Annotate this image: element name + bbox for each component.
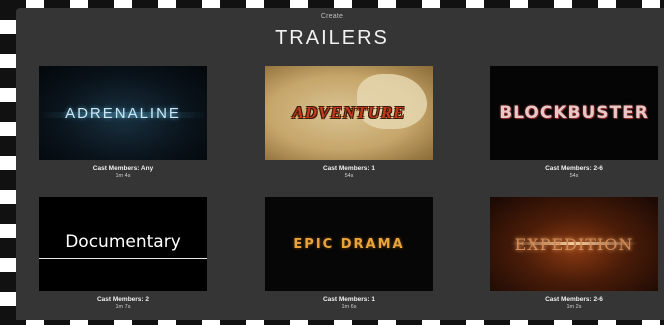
cast-members-label: Cast Members: 2-6 [545,296,603,303]
page-title: TRAILERS [275,27,389,49]
trailer-tile-adventure[interactable]: ADVENTURE Cast Members: 1 54s [265,66,433,180]
trailer-tile-blockbuster[interactable]: BLOCKBUSTER Cast Members: 2-6 54s [490,66,658,180]
thumbnail-title: BLOCKBUSTER [499,103,649,123]
cast-members-label: Cast Members: 1 [322,296,376,303]
thumbnail-title: Documentary [65,232,181,252]
thumbnail-title: EPIC DRAMA [293,236,405,252]
underline-rule [39,258,207,259]
create-label: Create [320,13,344,20]
cast-members-label: Cast Members: 2-6 [545,165,603,172]
duration-label: 54s [569,173,579,179]
thumbnail-title: EXPEDITION [514,234,634,254]
duration-label: 1m 4s [115,173,131,179]
duration-label: 54s [344,173,354,179]
trailer-thumbnail[interactable]: ADRENALINE [39,66,207,160]
trailer-tile-documentary[interactable]: Documentary Cast Members: 2 1m 7s [39,197,207,311]
trailer-tile-expedition[interactable]: EXPEDITION Cast Members: 2-6 1m 2s [490,197,658,311]
duration-label: 1m 6s [341,304,357,310]
thumbnail-title: ADRENALINE [65,104,181,122]
trailer-thumbnail[interactable]: EXPEDITION [490,197,658,291]
trailer-thumbnail[interactable]: BLOCKBUSTER [490,66,658,160]
trailer-tile-adrenaline[interactable]: ADRENALINE Cast Members: Any 1m 4s [39,66,207,180]
duration-label: 1m 7s [115,304,131,310]
cast-members-label: Cast Members: Any [92,165,154,172]
duration-label: 1m 2s [566,304,582,310]
trailer-tile-epic-drama[interactable]: EPIC DRAMA Cast Members: 1 1m 6s [265,197,433,311]
trailer-thumbnail[interactable]: Documentary [39,197,207,291]
cast-members-label: Cast Members: 1 [322,165,376,172]
cast-members-label: Cast Members: 2 [96,296,150,303]
trailer-thumbnail[interactable]: ADVENTURE [265,66,433,160]
thumbnail-title: ADVENTURE [292,103,406,122]
trailer-thumbnail[interactable]: EPIC DRAMA [265,197,433,291]
